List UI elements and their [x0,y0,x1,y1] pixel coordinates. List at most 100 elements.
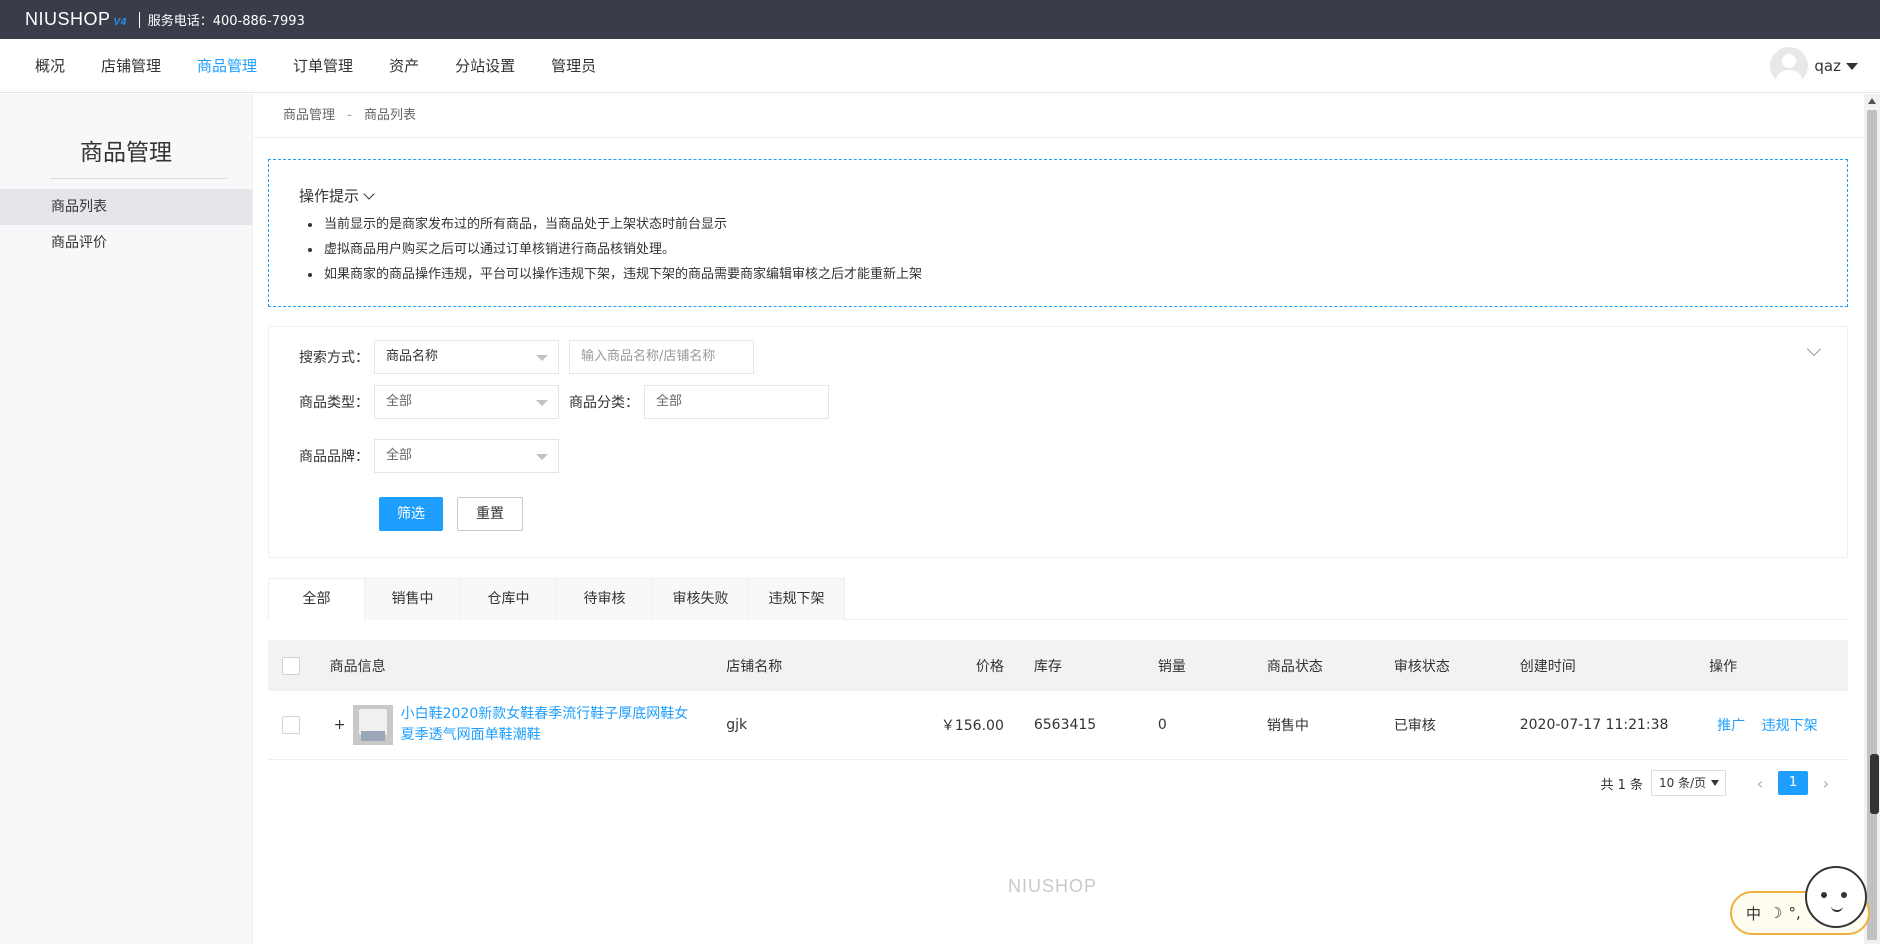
header-shop: 店铺名称 [726,658,783,675]
operation-tips: 操作提示 当前显示的是商家发布过的所有商品，当商品处于上架状态时前台显示 虚拟商… [268,159,1848,307]
table-header: 商品信息 店铺名称 价格 库存 销量 商品状态 审核状态 创建时间 操作 [268,640,1848,691]
type-row: 商品类型： 全部 [269,385,559,419]
type-label: 商品类型： [299,395,369,411]
sidebar-item-goods-review[interactable]: 商品评价 [0,225,252,261]
brand-select[interactable]: 全部 [374,439,559,473]
page-size-select[interactable]: 10 条/页 [1651,770,1726,796]
main-content: 商品管理 - 商品列表 操作提示 当前显示的是商家发布过的所有商品，当商品处于上… [254,94,1864,944]
nav-item-assets[interactable]: 资产 [371,39,437,93]
footer-logo: NIUSHOP [1008,876,1098,896]
mascot-icon[interactable] [1805,866,1867,928]
header-sales: 销量 [1157,658,1186,675]
promote-link[interactable]: 推广 [1717,718,1745,734]
chevron-down-icon[interactable] [363,187,375,200]
search-label: 搜索方式： [299,350,369,366]
header-price: 价格 [975,658,1004,675]
goods-status: 销售中 [1266,718,1309,734]
filter-button[interactable]: 筛选 [379,497,443,531]
main-nav: 概况 店铺管理 商品管理 订单管理 资产 分站设置 管理员 qaz [0,39,1880,93]
brand-row: 商品品牌： 全部 [269,439,559,473]
tips-title: 操作提示 [299,187,360,205]
goods-table: 商品信息 店铺名称 价格 库存 销量 商品状态 审核状态 创建时间 操作 + 小… [268,640,1848,760]
caret-down-icon[interactable] [1846,62,1858,70]
logo-text: NIUSHOP [25,9,111,29]
brand-label: 商品品牌： [299,449,369,465]
search-row: 搜索方式： 商品名称 输入商品名称/店铺名称 [269,340,754,374]
goods-type-select[interactable]: 全部 [374,385,559,419]
service-phone: 服务电话：400-886-7993 [147,14,305,29]
tab-on-sale[interactable]: 销售中 [364,578,461,620]
search-input[interactable]: 输入商品名称/店铺名称 [569,340,754,374]
breadcrumb-parent[interactable]: 商品管理 [283,108,335,123]
tab-audit-failed[interactable]: 审核失败 [652,578,749,620]
created-time: 2020-07-17 11:21:38 [1519,717,1669,733]
select-all-checkbox[interactable] [282,656,300,675]
top-bar: NIUSHOP V4 服务电话：400-886-7993 [0,0,1880,39]
sidebar-divider [50,178,227,179]
logo-version: V4 [113,17,127,28]
tab-violation[interactable]: 违规下架 [748,578,845,620]
header-goods-status: 商品状态 [1266,658,1323,675]
goods-name-link[interactable]: 小白鞋2020新款女鞋春季流行鞋子厚底网鞋女夏季透气网面单鞋潮鞋 [401,704,701,746]
category-row: 商品分类： 全部 [539,385,829,419]
breadcrumb-current: 商品列表 [364,108,417,123]
nav-item-admin[interactable]: 管理员 [533,39,614,93]
tip-item: 虚拟商品用户购买之后可以通过订单核销进行商品核销处理。 [299,237,1817,262]
sidebar-item-goods-list[interactable]: 商品列表 [0,189,252,225]
collapse-chevron-icon[interactable] [1806,341,1822,357]
tips-list: 当前显示的是商家发布过的所有商品，当商品处于上架状态时前台显示 虚拟商品用户购买… [299,212,1817,287]
nav-item-overview[interactable]: 概况 [17,39,83,93]
tips-toggle[interactable]: 操作提示 [299,185,1817,206]
row-checkbox[interactable] [282,716,300,734]
page-scrollbar[interactable] [1864,94,1880,944]
nav-item-store[interactable]: 店铺管理 [83,39,179,93]
header-goods-info: 商品信息 [329,658,386,675]
nav-item-goods[interactable]: 商品管理 [179,39,275,93]
punctuation-icon[interactable]: °, [1788,904,1800,922]
next-page-icon[interactable]: › [1816,774,1836,793]
avatar[interactable] [1770,47,1809,85]
filter-panel: 搜索方式： 商品名称 输入商品名称/店铺名称 商品类型： 全部 商品分类： 全部… [268,326,1848,558]
topbar-divider [138,11,140,28]
tab-all[interactable]: 全部 [268,578,365,621]
shop-name: gjk [726,717,748,733]
price: ￥156.00 [940,718,1004,734]
search-type-select[interactable]: 商品名称 [374,340,559,374]
breadcrumb-separator: - [347,108,352,123]
tip-item: 如果商家的商品操作违规，平台可以操作违规下架，违规下架的商品需要商家编辑审核之后… [299,262,1817,287]
nav-item-substation[interactable]: 分站设置 [437,39,533,93]
expand-icon[interactable]: + [330,717,350,733]
header-audit-status: 审核状态 [1393,658,1450,675]
niushop-logo[interactable]: NIUSHOP V4 [25,9,127,30]
tip-item: 当前显示的是商家发布过的所有商品，当商品处于上架状态时前台显示 [299,212,1817,237]
header-stock: 库存 [1033,658,1062,675]
header-actions: 操作 [1709,658,1738,675]
tab-warehouse[interactable]: 仓库中 [460,578,557,620]
filter-actions: 筛选 重置 [379,497,523,531]
side-widget-handle[interactable] [1870,754,1879,814]
reset-button[interactable]: 重置 [457,497,523,531]
scroll-up-icon[interactable] [1868,98,1876,104]
user-menu[interactable]: qaz [1770,47,1858,85]
goods-thumbnail [352,705,393,745]
ime-lang-icon[interactable]: 中 [1746,903,1761,924]
page-number-current[interactable]: 1 [1778,771,1808,795]
total-count: 共 1 条 [1600,777,1643,793]
moon-icon[interactable]: ☽ [1769,904,1782,922]
stock: 6563415 [1033,717,1097,733]
pagination: 共 1 条 10 条/页 ‹ 1 › [1600,770,1844,796]
sidebar: 商品管理 商品列表 商品评价 [0,94,253,944]
violation-offshelf-link[interactable]: 违规下架 [1762,718,1818,734]
table-row: + 小白鞋2020新款女鞋春季流行鞋子厚底网鞋女夏季透气网面单鞋潮鞋 gjk ￥… [268,691,1848,760]
tab-pending[interactable]: 待审核 [556,578,653,620]
header-checkbox-cell [268,656,330,675]
audit-status: 已审核 [1393,718,1436,734]
breadcrumb: 商品管理 - 商品列表 [254,94,1864,138]
user-name[interactable]: qaz [1814,57,1841,75]
category-label: 商品分类： [569,395,639,411]
category-input[interactable]: 全部 [644,385,829,419]
scroll-thumb[interactable] [1867,110,1877,940]
actions-cell: 推广 违规下架 [1709,715,1848,735]
prev-page-icon[interactable]: ‹ [1750,774,1770,793]
nav-item-orders[interactable]: 订单管理 [275,39,371,93]
